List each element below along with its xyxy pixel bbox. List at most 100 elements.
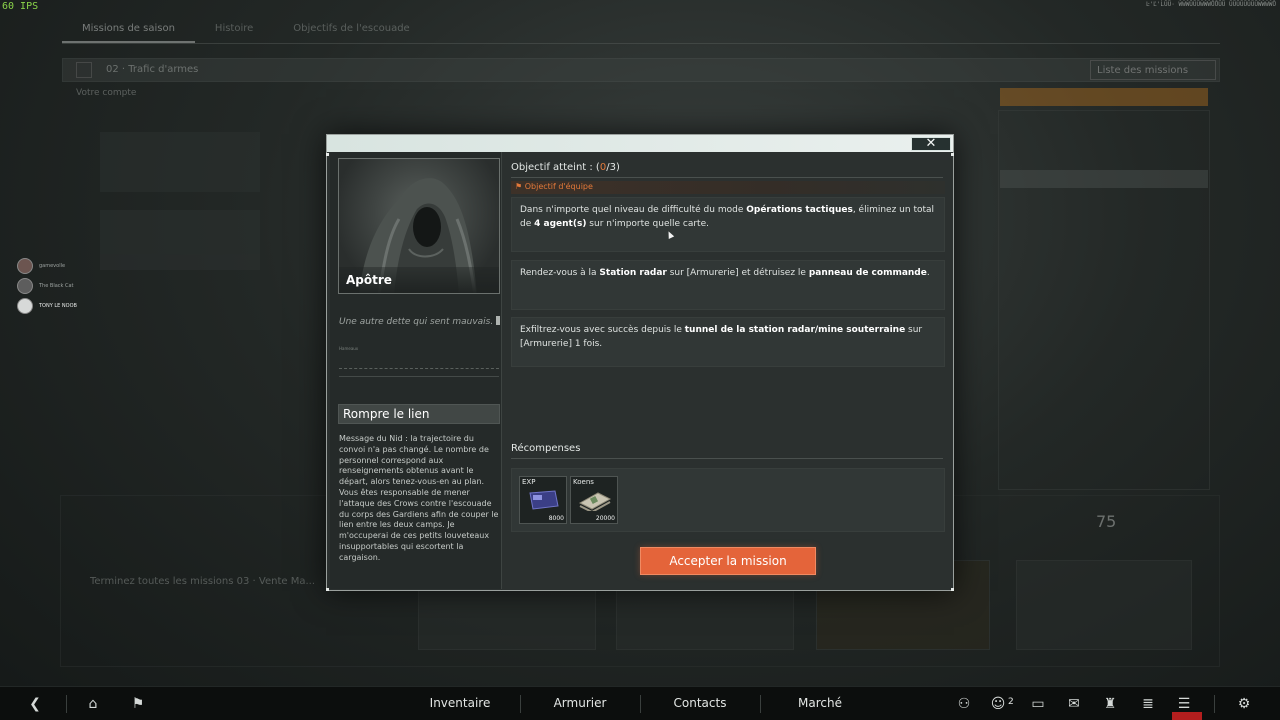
squad-member[interactable]: gamevolle <box>17 256 77 276</box>
bg-dropdown <box>1000 170 1208 188</box>
notification-badge <box>1172 712 1202 720</box>
missions-icon[interactable]: ☰ <box>1176 696 1192 712</box>
bg-tab-strip: Missions de saison Histoire Objectifs de… <box>62 14 1220 44</box>
player-name: TONY LE NOOB <box>39 303 77 309</box>
divider <box>511 458 943 459</box>
squad-icon[interactable]: ⚇ <box>956 696 972 712</box>
objective-text: Dans n'importe quel niveau de difficulté… <box>520 205 747 215</box>
trophy-icon[interactable]: ♜ <box>1102 696 1118 712</box>
friends-count: 2 <box>1008 697 1014 707</box>
accept-mission-button[interactable]: Accepter la mission <box>640 547 816 575</box>
close-button[interactable]: ✕ <box>911 137 951 151</box>
objective-text: sur [Armurerie] et détruisez le <box>666 268 809 278</box>
back-arrow-icon[interactable]: ❮ <box>27 696 43 712</box>
home-icon[interactable]: ⌂ <box>85 696 101 712</box>
character-tagline: Une autre dette qui sent mauvais. <box>339 316 501 327</box>
mission-description: Message du Nid : la trajectoire du convo… <box>339 434 499 562</box>
objective-highlight: Opérations tactiques <box>746 205 853 215</box>
bg-tab-squad: Objectifs de l'escouade <box>293 23 410 34</box>
objective-highlight: tunnel de la station radar/mine souterra… <box>684 325 906 335</box>
reward-label: EXP <box>522 478 536 486</box>
bg-subtitle: Votre compte <box>76 88 137 98</box>
corner-marker <box>951 153 954 156</box>
list-icon[interactable]: ≣ <box>1140 696 1156 712</box>
relation-graph: Hameaux <box>339 346 499 386</box>
objective-text: . <box>926 268 930 278</box>
corner-marker <box>951 588 954 591</box>
flag-icon[interactable]: ⚑ <box>130 696 146 712</box>
character-portrait: Apôtre <box>338 158 500 294</box>
divider <box>1214 695 1215 713</box>
chat-icon[interactable]: ▭ <box>1030 696 1046 712</box>
flag-icon: ⚑ <box>515 182 525 191</box>
nav-armorer[interactable]: Armurier <box>520 696 640 710</box>
character-name: Apôtre <box>346 273 392 287</box>
objective-item: Dans n'importe quel niveau de difficulté… <box>511 197 945 252</box>
bg-tab-season: Missions de saison <box>62 14 195 43</box>
rewards-area: EXP 8000 Koens 20000 <box>511 468 945 532</box>
bg-tab-story: Histoire <box>214 23 254 34</box>
nav-market[interactable]: Marché <box>760 696 880 710</box>
bg-counter: 75 <box>1096 512 1117 531</box>
player-name: The Black Cat <box>39 283 74 289</box>
graph-label: Hameaux <box>339 346 359 351</box>
reward-label: Koens <box>573 478 594 486</box>
player-name: gamevolle <box>39 263 66 269</box>
corner-marker <box>326 153 329 156</box>
character-panel: Apôtre Une autre dette qui sent mauvais.… <box>330 152 502 589</box>
bg-footer-text: Terminez toutes les missions 03 · Vente … <box>90 576 316 587</box>
divider <box>511 177 943 178</box>
tagline-text: Une autre dette qui sent mauvais. <box>339 317 494 327</box>
bg-panel <box>100 132 260 192</box>
avatar <box>17 278 33 294</box>
mission-title: Rompre le lien <box>338 404 500 424</box>
rewards-title: Récompenses <box>511 443 581 454</box>
bg-card <box>1016 560 1192 650</box>
objective-highlight: panneau de commande <box>808 268 927 278</box>
objective-text: sur n'importe quelle carte. <box>586 218 709 229</box>
objective-highlight: 4 agent(s) <box>534 218 587 229</box>
objective-highlight: Station radar <box>599 268 667 278</box>
squad-list: gamevolle The Black Cat TONY LE NOOB <box>17 256 77 316</box>
bg-header-title: 02 · Trafic d'armes <box>106 64 199 75</box>
squad-member[interactable]: TONY LE NOOB <box>17 296 77 316</box>
gear-icon[interactable]: ⚙ <box>1236 696 1252 712</box>
objective-item: Exfiltrez-vous avec succès depuis le tun… <box>511 317 945 367</box>
bottom-navigation-bar: ❮ ⌂ ⚑ Inventaire Armurier Contacts March… <box>0 686 1280 720</box>
exp-card-icon <box>529 490 559 510</box>
graph-baseline <box>339 376 499 377</box>
divider <box>66 695 67 713</box>
bg-header-bar <box>62 58 1220 82</box>
bg-mission-list-button: Liste des missions <box>1090 60 1216 80</box>
bg-back-button <box>76 62 92 78</box>
objective-item: Rendez-vous à la Station radar sur [Armu… <box>511 260 945 310</box>
bg-orange-bar <box>1000 88 1208 106</box>
modal-title-bar <box>327 135 953 152</box>
objective-text: Exfiltrez-vous avec succès depuis le <box>520 325 685 335</box>
cash-stack-icon <box>578 492 612 511</box>
team-objective-label: Objectif d'équipe <box>524 182 593 191</box>
avatar <box>17 258 33 274</box>
objectives-header: Objectif atteint : (0/3) <box>511 162 620 173</box>
graph-dashed-line <box>339 368 499 369</box>
reward-amount: 8000 <box>548 515 564 522</box>
nav-contacts[interactable]: Contacts <box>640 696 760 710</box>
reward-koens[interactable]: Koens 20000 <box>570 476 618 524</box>
squad-member[interactable]: The Black Cat <box>17 276 77 296</box>
nav-inventory[interactable]: Inventaire <box>400 696 520 710</box>
reward-exp[interactable]: EXP 8000 <box>519 476 567 524</box>
corner-marker <box>326 588 329 591</box>
bg-right-column <box>998 110 1210 490</box>
objective-text: Rendez-vous à la <box>520 268 600 278</box>
friends-icon[interactable]: ☺ <box>990 696 1006 712</box>
objectives-header-prefix: Objectif atteint : ( <box>511 162 600 173</box>
text-cursor-icon <box>496 316 501 325</box>
mail-icon[interactable]: ✉ <box>1066 696 1082 712</box>
objectives-panel: Objectif atteint : (0/3) ⚑ Objectif d'éq… <box>509 152 949 589</box>
objectives-header-suffix: /3) <box>606 162 620 173</box>
bg-panel <box>100 210 260 270</box>
mission-modal: ✕ Apôtre Une autre dette qui sent mauvai… <box>326 134 954 591</box>
reward-amount: 20000 <box>595 515 615 522</box>
avatar <box>17 298 33 314</box>
team-objective-banner: ⚑ Objectif d'équipe <box>511 181 945 194</box>
